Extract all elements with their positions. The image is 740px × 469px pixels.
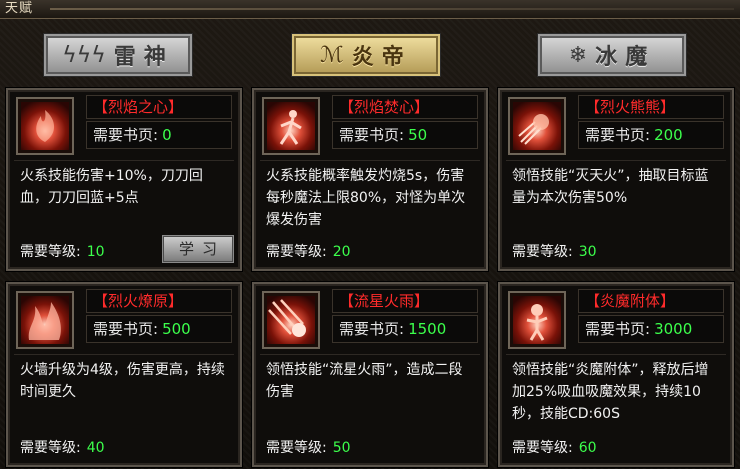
required-level: 需要等级: 60 [512,440,597,456]
skill-card: 【烈火熊熊】 需要书页: 200 领悟技能“灭天火”，抽取目标蓝量为本次伤害50%… [498,88,734,271]
required-pages: 需要书页: 3000 [578,315,724,343]
firewall-icon [16,291,74,349]
skill-description: 火系技能伤害+10%，刀刀回血，刀刀回蓝+5点 [14,160,234,230]
tab-thunder-god[interactable]: ϟϟϟ 雷神 [44,34,192,76]
tab-label: 炎帝 [351,44,412,70]
skill-card: 【烈火燎原】 需要书页: 500 火墙升级为4级，伤害更高，持续时间更久 需要等级… [6,282,242,467]
skill-name: 【烈焰焚心】 [332,95,478,119]
required-pages: 需要书页: 50 [332,121,478,149]
fire-burst-icon [508,97,566,155]
skill-name: 【烈火燎原】 [86,289,232,313]
skill-name: 【炎魔附体】 [578,289,724,313]
flame-heart-icon [16,97,74,155]
flame-icon: ℳ [320,42,344,68]
skill-description: 领悟技能“灭天火”，抽取目标蓝量为本次伤害50% [506,160,726,230]
lightning-icon: ϟϟϟ [62,42,106,68]
tab-label: 雷神 [113,44,174,70]
skill-name: 【烈火熊熊】 [578,95,724,119]
required-pages: 需要书页: 500 [86,315,232,343]
learn-button[interactable]: 学习 [162,235,234,263]
fire-demon-icon [508,291,566,349]
burning-figure-icon [262,97,320,155]
required-level: 需要等级: 50 [266,440,351,456]
required-level: 需要等级: 30 [512,244,597,260]
required-level: 需要等级: 10 [20,244,105,260]
skill-card: 【烈焰之心】 需要书页: 0 火系技能伤害+10%，刀刀回血，刀刀回蓝+5点 需要… [6,88,242,271]
skill-name: 【烈焰之心】 [86,95,232,119]
skill-name: 【流星火雨】 [332,289,478,313]
required-pages: 需要书页: 200 [578,121,724,149]
required-level: 需要等级: 20 [266,244,351,260]
title-bar: 天赋 [0,0,740,19]
skill-card: 【炎魔附体】 需要书页: 3000 领悟技能“炎魔附体”，释放后增加25%吸血吸魔… [498,282,734,467]
skill-description: 火系技能概率触发灼烧5s，伤害每秒魔法上限80%，对怪为单次爆发伤害 [260,160,480,230]
skill-card: 【流星火雨】 需要书页: 1500 领悟技能“流星火雨”，造成二段伤害 需要等级:… [252,282,488,467]
talent-panel: 天赋 ϟϟϟ 雷神 ℳ 炎帝 ❄ 冰魔 【烈焰之心】 需要书页: 0 火系技能伤害… [0,0,740,469]
tab-flame-emperor[interactable]: ℳ 炎帝 [292,34,440,76]
required-pages: 需要书页: 1500 [332,315,478,343]
tab-ice-demon[interactable]: ❄ 冰魔 [538,34,686,76]
meteor-icon [262,291,320,349]
required-level: 需要等级: 40 [20,440,105,456]
required-pages: 需要书页: 0 [86,121,232,149]
title-divider [50,8,734,10]
skill-description: 领悟技能“炎魔附体”，释放后增加25%吸血吸魔效果，持续10秒，技能CD:60S [506,354,726,424]
window-title: 天赋 [5,1,34,16]
skill-description: 火墙升级为4级，伤害更高，持续时间更久 [14,354,234,424]
tab-label: 冰魔 [595,44,656,70]
snowflake-icon: ❄ [568,42,588,68]
skill-card: 【烈焰焚心】 需要书页: 50 火系技能概率触发灼烧5s，伤害每秒魔法上限80%，… [252,88,488,271]
skill-description: 领悟技能“流星火雨”，造成二段伤害 [260,354,480,424]
